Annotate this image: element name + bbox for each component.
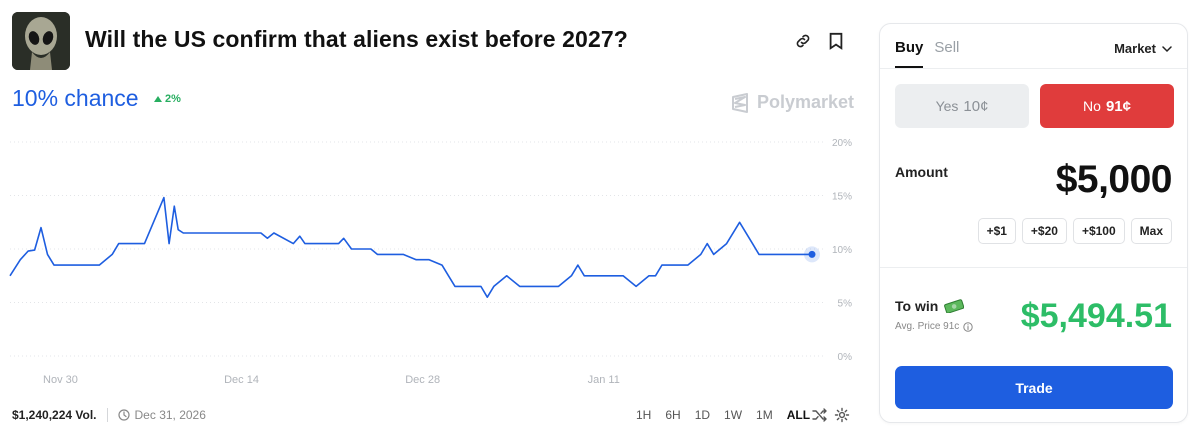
trade-button[interactable]: Trade <box>895 366 1173 409</box>
info-icon[interactable] <box>963 321 973 332</box>
panel-divider <box>880 267 1187 268</box>
market-thumbnail <box>12 12 70 70</box>
panel-divider <box>880 68 1187 69</box>
avg-price-text: Avg. Price 91c <box>895 321 960 332</box>
x-tick-label: Jan 11 <box>588 374 620 386</box>
amount-chip[interactable]: Max <box>1130 218 1172 244</box>
chance-delta: 2% <box>154 93 181 105</box>
end-date: Dec 31, 2026 <box>117 408 206 422</box>
amount-input[interactable]: $5,000 <box>1056 158 1173 202</box>
alien-image <box>12 12 70 70</box>
y-tick-label: 15% <box>832 192 852 203</box>
arrow-up-icon <box>154 96 162 102</box>
y-tick-label: 20% <box>832 138 852 149</box>
bookmark-icon[interactable] <box>825 30 847 52</box>
current-point <box>808 250 816 258</box>
brand-name: Polymarket <box>757 92 855 112</box>
series-line <box>9 196 812 298</box>
shuffle-icon[interactable] <box>812 407 828 423</box>
trade-panel: Buy Sell Market Yes 10¢ No 91¢ Amount $5… <box>879 23 1188 423</box>
x-tick-label: Dec 14 <box>224 374 259 386</box>
range-1h[interactable]: 1H <box>636 408 651 422</box>
amount-label: Amount <box>895 164 948 180</box>
range-1w[interactable]: 1W <box>724 408 742 422</box>
y-tick-label: 5% <box>838 299 853 310</box>
range-selector: 1H 6H 1D 1W 1M ALL <box>636 408 810 422</box>
range-all[interactable]: ALL <box>787 408 810 422</box>
footer-divider <box>106 408 108 422</box>
no-label: No <box>1083 98 1101 114</box>
tab-buy[interactable]: Buy <box>895 39 924 68</box>
link-icon[interactable] <box>792 30 814 52</box>
yes-price: 10¢ <box>963 97 989 115</box>
order-type-dropdown[interactable]: Market <box>1114 41 1172 56</box>
chevron-down-icon <box>1162 45 1172 52</box>
y-tick-label: 0% <box>838 352 853 363</box>
market-footer: $1,240,224 Vol. Dec 31, 2026 <box>12 408 206 422</box>
range-1m[interactable]: 1M <box>756 408 773 422</box>
tab-sell[interactable]: Sell <box>934 39 959 68</box>
amount-chip[interactable]: +$20 <box>1021 218 1067 244</box>
x-tick-label: Nov 30 <box>43 374 78 386</box>
to-win-label: To win <box>895 298 965 314</box>
range-1d[interactable]: 1D <box>695 408 710 422</box>
y-tick-label: 10% <box>832 245 852 256</box>
no-price: 91¢ <box>1105 97 1131 115</box>
range-6h[interactable]: 6H <box>665 408 680 422</box>
price-chart: 0% 5% 10% 15% 20% Nov 30 Dec 14 Dec 28 Jan 11 <box>9 138 853 386</box>
trade-tabs: Buy Sell <box>895 39 959 68</box>
amount-chip[interactable]: +$1 <box>977 218 1016 244</box>
chance-delta-value: 2% <box>165 93 181 105</box>
chart-controls <box>812 407 850 423</box>
order-type-label: Market <box>1114 41 1156 56</box>
brand-watermark: Polymarket <box>731 92 854 113</box>
no-outcome-button[interactable]: No 91¢ <box>1040 84 1174 128</box>
to-win-value: $5,494.51 <box>1020 297 1172 335</box>
x-tick-label: Dec 28 <box>405 374 440 386</box>
yes-label: Yes <box>935 98 959 114</box>
chance-readout: 10% chance <box>12 85 139 111</box>
end-date-text: Dec 31, 2026 <box>134 408 206 422</box>
polymarket-logo-icon <box>732 92 748 113</box>
clock-icon <box>117 409 130 421</box>
yes-outcome-button[interactable]: Yes 10¢ <box>895 84 1029 128</box>
market-title: Will the US confirm that aliens exist be… <box>85 26 628 52</box>
gear-icon[interactable] <box>834 407 850 423</box>
amount-chips: +$1 +$20 +$100 Max <box>977 218 1172 244</box>
money-icon <box>944 299 965 313</box>
amount-chip[interactable]: +$100 <box>1072 218 1125 244</box>
to-win-text: To win <box>895 298 939 314</box>
avg-price: Avg. Price 91c <box>895 321 973 332</box>
volume: $1,240,224 Vol. <box>12 408 97 422</box>
